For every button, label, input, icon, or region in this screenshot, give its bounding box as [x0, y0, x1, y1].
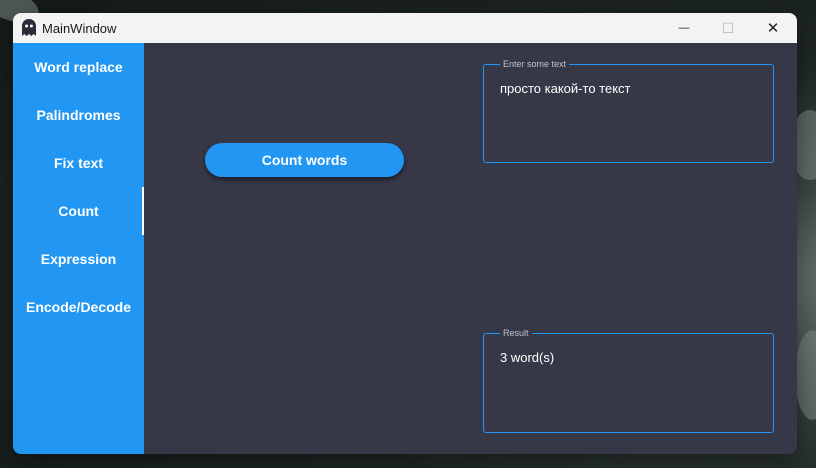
input-field-value[interactable]: просто какой-то текст — [500, 81, 630, 96]
result-field-label: Result — [500, 327, 532, 339]
ghost-icon — [22, 19, 36, 36]
sidebar-item-fix-text[interactable]: Fix text — [13, 139, 144, 187]
close-button[interactable]: ✕ — [750, 13, 796, 43]
result-field[interactable]: Result 3 word(s) — [483, 327, 774, 433]
sidebar-item-label: Fix text — [53, 155, 103, 171]
sidebar-item-label: Expression — [40, 251, 117, 267]
sidebar-item-expression[interactable]: Expression — [13, 235, 144, 283]
main-panel: Count words Enter some text просто какой… — [144, 43, 797, 454]
sidebar-item-word-replace[interactable]: Word replace — [13, 43, 144, 91]
maximize-icon: ☐ — [721, 19, 735, 36]
maximize-button[interactable]: ☐ — [705, 13, 751, 43]
main-window: MainWindow — ☐ ✕ Word replace Palindrome… — [13, 13, 797, 454]
title-bar[interactable]: MainWindow — ☐ ✕ — [13, 13, 797, 43]
sidebar: Word replace Palindromes Fix text Count … — [13, 43, 144, 454]
sidebar-item-count[interactable]: Count — [13, 187, 144, 235]
input-text-field[interactable]: Enter some text просто какой-то текст — [483, 58, 774, 163]
window-title: MainWindow — [42, 21, 117, 36]
close-icon: ✕ — [766, 20, 780, 37]
sidebar-item-encode-decode[interactable]: Encode/Decode — [13, 283, 144, 331]
sidebar-item-label: Word replace — [34, 59, 123, 75]
minimize-button[interactable]: — — [661, 13, 707, 43]
wallpaper-leaf — [795, 330, 816, 420]
sidebar-item-label: Palindromes — [36, 107, 121, 123]
sidebar-item-palindromes[interactable]: Palindromes — [13, 91, 144, 139]
count-words-button[interactable]: Count words — [205, 143, 404, 177]
result-field-value: 3 word(s) — [500, 350, 555, 365]
minimize-icon: — — [678, 22, 690, 34]
sidebar-item-label: Count — [58, 203, 99, 219]
sidebar-item-label: Encode/Decode — [25, 299, 132, 315]
input-field-label: Enter some text — [500, 58, 570, 70]
